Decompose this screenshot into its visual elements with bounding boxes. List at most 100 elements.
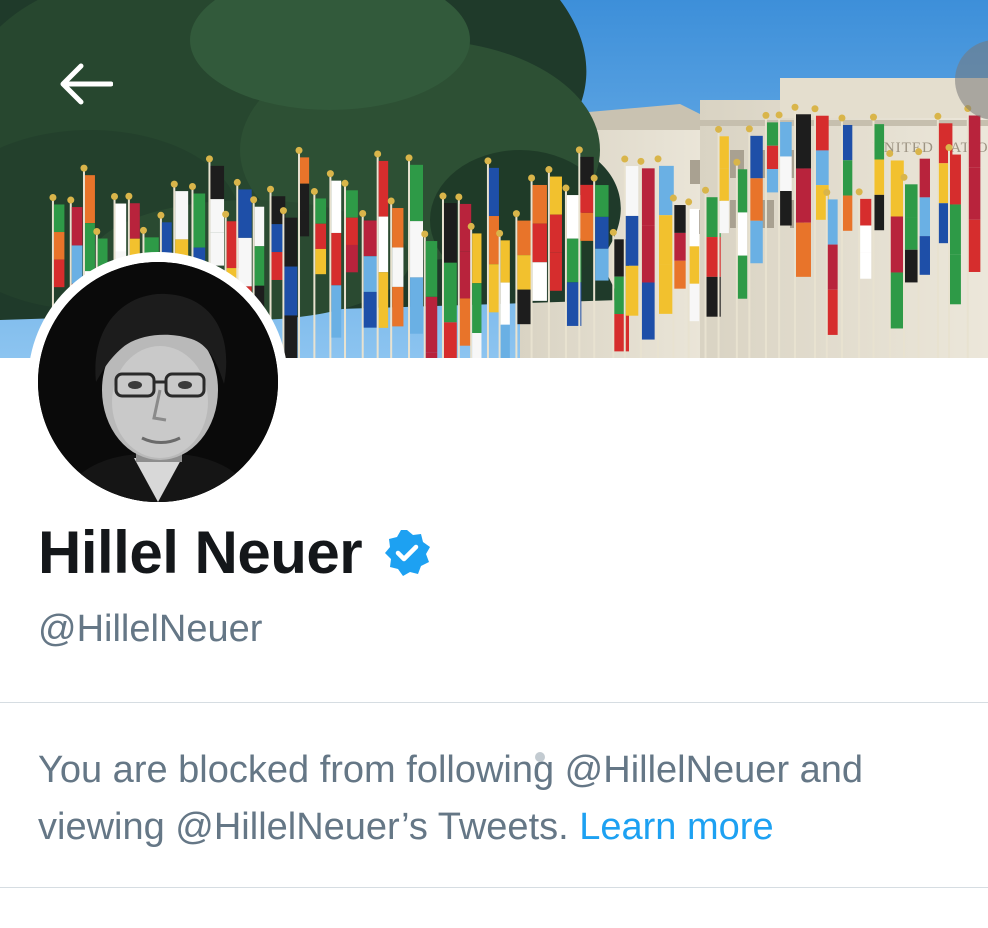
flag-pole-finial xyxy=(733,158,741,166)
profile-name: Hillel Neuer xyxy=(38,519,363,586)
flag-stripe xyxy=(392,286,404,327)
flag-stripe xyxy=(580,184,594,213)
flag-stripe xyxy=(890,272,904,329)
flag-stripe xyxy=(517,289,532,325)
flag-pole-finial xyxy=(621,155,629,163)
flag-stripe xyxy=(315,198,327,224)
flag-stripe xyxy=(780,121,792,157)
scroll-indicator xyxy=(535,752,545,762)
flag-stripe xyxy=(488,216,499,265)
flag-stripe xyxy=(860,225,872,253)
flag-stripe xyxy=(549,176,562,215)
flag-pole-finial xyxy=(811,105,819,113)
flag-stripe xyxy=(580,156,594,185)
blocked-notice: You are blocked from following @HillelNe… xyxy=(38,742,968,856)
flag-pole-finial xyxy=(310,187,318,195)
flag-stripe xyxy=(796,168,811,223)
flag-pole-finial xyxy=(295,146,303,154)
flag-stripe xyxy=(363,256,379,292)
verified-badge-icon xyxy=(385,529,431,576)
flag-stripe xyxy=(919,158,930,198)
divider-top xyxy=(0,702,988,703)
flag-stripe xyxy=(595,185,609,217)
flag-pole-finial xyxy=(205,155,213,163)
profile-name-row: Hillel Neuer xyxy=(38,518,432,587)
flag-pole-finial xyxy=(326,170,334,178)
flag-stripe xyxy=(815,150,829,186)
flag-pole-finial xyxy=(528,174,536,182)
flag-pole-finial xyxy=(609,228,617,236)
flag-stripe xyxy=(517,220,532,256)
flag-stripe xyxy=(595,248,609,281)
flag-stripe xyxy=(780,190,792,226)
flag-pole-finial xyxy=(387,197,395,205)
flag-stripe xyxy=(71,207,83,246)
flag-pole-finial xyxy=(93,228,101,236)
flag-stripe xyxy=(84,175,95,224)
flag-pole-finial xyxy=(886,149,894,157)
flag-stripe xyxy=(674,205,686,233)
flag-stripe xyxy=(641,225,655,283)
flag-stripe xyxy=(254,246,265,286)
flag-stripe xyxy=(641,168,655,226)
flag-pole-finial xyxy=(637,157,645,165)
flag-pole-finial xyxy=(421,230,429,238)
flag-stripe xyxy=(488,264,499,313)
flag-stripe xyxy=(346,244,358,273)
flag-stripe xyxy=(346,190,358,218)
flag-stripe xyxy=(719,168,729,201)
flag-stripe xyxy=(796,222,811,277)
flag-pole-finial xyxy=(654,155,662,163)
flag-stripe xyxy=(737,255,748,299)
flag-pole-finial xyxy=(685,198,693,206)
flag-pole-finial xyxy=(267,185,275,193)
flag-stripe xyxy=(210,199,225,233)
flag-stripe xyxy=(815,115,829,151)
flag-stripe xyxy=(905,249,918,283)
flag-pole-finial xyxy=(702,186,710,194)
flag-stripe xyxy=(331,232,342,286)
flag-stripe xyxy=(410,277,424,334)
flag-stripe xyxy=(890,160,904,217)
flag-pole-finial xyxy=(900,173,908,181)
back-button[interactable] xyxy=(52,56,118,112)
flag-stripe xyxy=(284,315,298,358)
flag-pole-finial xyxy=(80,164,88,172)
flag-stripe xyxy=(625,265,639,316)
flag-stripe xyxy=(443,203,457,263)
divider-bottom xyxy=(0,887,988,888)
flag-stripe xyxy=(315,248,327,275)
flag-pole-finial xyxy=(439,192,447,200)
flag-stripe xyxy=(659,264,674,314)
flag-pole-finial xyxy=(590,174,598,182)
flag-pole-finial xyxy=(745,125,753,133)
flag-stripe xyxy=(842,124,853,161)
flag-stripe xyxy=(331,180,342,233)
flag-stripe xyxy=(549,252,562,291)
flag-stripe xyxy=(737,169,748,213)
flag-pole-finial xyxy=(125,192,133,200)
avatar-portrait xyxy=(38,262,278,502)
flag-stripe xyxy=(84,223,95,272)
flag-pole-finial xyxy=(111,193,119,201)
avatar[interactable] xyxy=(38,262,278,502)
flag-stripe xyxy=(919,236,930,275)
flag-pole-finial xyxy=(945,144,953,152)
flag-stripe xyxy=(659,165,674,216)
flag-stripe xyxy=(238,189,252,238)
flag-pole-finial xyxy=(775,111,783,119)
flag-stripe xyxy=(689,208,700,247)
flag-stripe xyxy=(363,220,379,257)
flag-stripe xyxy=(300,157,310,184)
flag-stripe xyxy=(392,208,404,248)
flag-pole-finial xyxy=(170,180,178,188)
flag-pole-finial xyxy=(233,178,241,186)
learn-more-link[interactable]: Learn more xyxy=(579,806,773,848)
flag-stripe xyxy=(614,314,629,352)
flag-stripe xyxy=(750,135,763,179)
flag-stripe xyxy=(874,159,885,195)
flag-stripe xyxy=(53,204,65,233)
flag-pole-finial xyxy=(139,226,147,234)
flag-stripe xyxy=(595,216,609,249)
flag-stripe xyxy=(919,197,930,237)
